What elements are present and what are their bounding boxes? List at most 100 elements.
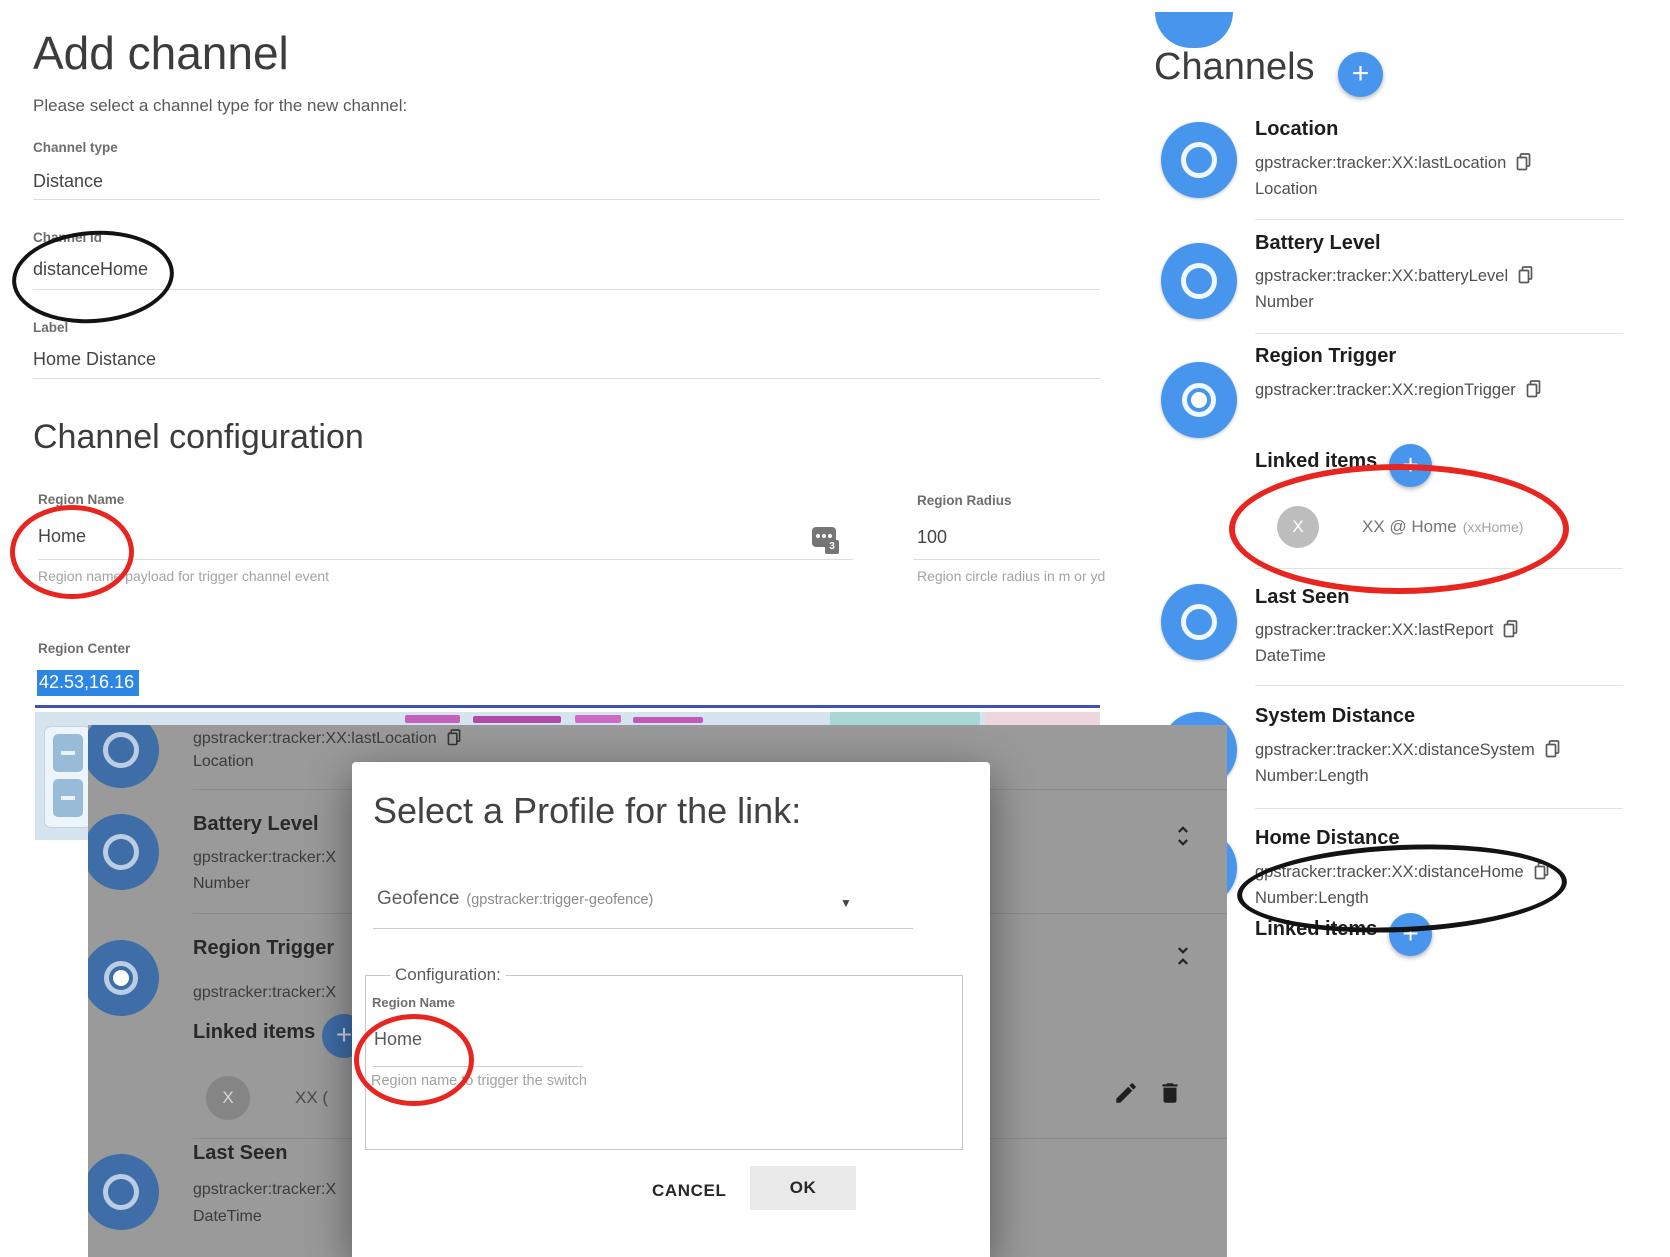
radio-dot-icon bbox=[104, 961, 138, 995]
linked-items-header: Linked items bbox=[1255, 450, 1377, 473]
grayed-channel-kind: Location bbox=[193, 753, 254, 771]
divider bbox=[1255, 333, 1623, 334]
copy-icon[interactable] bbox=[1518, 266, 1533, 284]
grayed-channel-avatar-icon bbox=[88, 814, 159, 890]
divider bbox=[1255, 219, 1623, 220]
channel-kind: Number bbox=[1255, 293, 1314, 312]
linked-item-row[interactable]: XX @ Home(xxHome) bbox=[1362, 517, 1523, 537]
cancel-button[interactable]: CANCEL bbox=[652, 1181, 726, 1201]
map-zoom-control bbox=[44, 726, 92, 828]
add-channel-button[interactable]: + bbox=[1338, 52, 1383, 97]
delete-trash-icon[interactable] bbox=[1157, 1080, 1183, 1106]
channel-kind: Number:Length bbox=[1255, 889, 1369, 908]
region-radius-underline bbox=[913, 559, 1100, 560]
label-field-value[interactable]: Home Distance bbox=[33, 349, 156, 370]
select-profile-dialog: Select a Profile for the link: Geofence(… bbox=[352, 762, 990, 1257]
dialog-region-name-helper: Region name to trigger the switch bbox=[371, 1073, 587, 1089]
region-name-underline bbox=[38, 559, 853, 560]
dialog-region-name-underline bbox=[373, 1066, 583, 1067]
channel-title[interactable]: Location bbox=[1255, 118, 1338, 141]
profile-select-underline bbox=[373, 928, 913, 929]
region-radius-helper: Region circle radius in m or yd bbox=[917, 568, 1105, 584]
channel-id-line: gpstracker:tracker:XX:batteryLevel bbox=[1255, 266, 1533, 286]
text-input-toggle-icon[interactable]: 3 bbox=[812, 527, 842, 559]
divider bbox=[1255, 808, 1623, 809]
circle-icon bbox=[1181, 142, 1217, 178]
channel-avatar-battery-icon bbox=[1161, 243, 1237, 319]
add-linked-item-button[interactable]: + bbox=[1389, 444, 1432, 487]
unfold-less-icon[interactable] bbox=[1170, 943, 1196, 969]
configuration-legend: Configuration: bbox=[390, 965, 506, 985]
map-label-fragment bbox=[473, 716, 561, 723]
region-name-input[interactable]: Home bbox=[38, 526, 86, 547]
chevron-down-icon[interactable]: ▼ bbox=[840, 896, 852, 910]
map-label-fragment bbox=[633, 717, 703, 723]
channel-id-line: gpstracker:tracker:XX:regionTrigger bbox=[1255, 380, 1541, 400]
channel-id-line: gpstracker:tracker:XX:distanceHome bbox=[1255, 862, 1549, 882]
channels-panel-title: Channels bbox=[1154, 46, 1315, 89]
map-zoom-in-button[interactable] bbox=[53, 734, 83, 772]
channel-kind: DateTime bbox=[1255, 647, 1326, 666]
channel-title[interactable]: Battery Level bbox=[1255, 232, 1381, 255]
grayed-channel-title: Last Seen bbox=[193, 1142, 287, 1165]
region-center-label: Region Center bbox=[38, 641, 130, 656]
copy-icon[interactable] bbox=[1516, 153, 1531, 171]
grayed-channel-id-line: gpstracker:tracker:X bbox=[193, 984, 336, 1002]
channel-title[interactable]: Home Distance bbox=[1255, 827, 1400, 850]
grayed-linked-item-avatar: X bbox=[206, 1076, 250, 1120]
dialog-title: Select a Profile for the link: bbox=[373, 790, 801, 832]
region-radius-input[interactable]: 100 bbox=[917, 527, 947, 548]
dialog-region-name-label: Region Name bbox=[372, 995, 455, 1010]
map-area-fragment bbox=[985, 712, 1100, 725]
circle-icon bbox=[103, 732, 139, 768]
channel-type-label: Channel type bbox=[33, 140, 118, 155]
region-radius-label: Region Radius bbox=[917, 493, 1012, 508]
page-title: Add channel bbox=[33, 26, 289, 80]
region-center-focus-underline bbox=[35, 705, 1100, 708]
profile-select[interactable]: Geofence(gpstracker:trigger-geofence) bbox=[377, 888, 653, 910]
dialog-region-name-input[interactable]: Home bbox=[374, 1029, 422, 1050]
divider bbox=[1255, 568, 1623, 569]
channel-id-underline bbox=[33, 289, 1100, 290]
copy-icon[interactable] bbox=[1545, 740, 1560, 758]
channel-type-underline bbox=[33, 199, 1100, 200]
copy-icon[interactable] bbox=[1534, 862, 1549, 880]
channel-title[interactable]: Region Trigger bbox=[1255, 345, 1396, 368]
map-label-fragment bbox=[575, 715, 621, 723]
profile-select-detail: (gpstracker:trigger-geofence) bbox=[466, 892, 653, 908]
channel-type-value[interactable]: Distance bbox=[33, 171, 103, 192]
channel-kind: Location bbox=[1255, 180, 1317, 199]
copy-icon bbox=[447, 729, 461, 746]
grayed-channel-id-line: gpstracker:tracker:X bbox=[193, 849, 336, 867]
grayed-channel-avatar-icon bbox=[88, 1154, 159, 1230]
copy-icon[interactable] bbox=[1503, 620, 1518, 638]
grayed-channel-kind: Number bbox=[193, 875, 250, 893]
edit-pencil-icon[interactable] bbox=[1113, 1080, 1139, 1106]
channel-id-label: Channel id bbox=[33, 230, 102, 245]
ok-button[interactable]: OK bbox=[750, 1166, 856, 1210]
map-label-fragment bbox=[405, 715, 460, 723]
grayed-channel-title: Region Trigger bbox=[193, 937, 334, 960]
map-zoom-out-button[interactable] bbox=[53, 779, 83, 817]
channel-title[interactable]: System Distance bbox=[1255, 705, 1415, 728]
channel-title[interactable]: Last Seen bbox=[1255, 586, 1349, 609]
region-name-label: Region Name bbox=[38, 492, 124, 507]
circle-icon bbox=[1181, 604, 1217, 640]
linked-item-avatar: X bbox=[1277, 506, 1319, 548]
grayed-linked-items-header: Linked items bbox=[193, 1021, 315, 1044]
add-linked-item-button[interactable]: + bbox=[1389, 913, 1432, 956]
unfold-more-icon[interactable] bbox=[1170, 823, 1196, 849]
circle-icon bbox=[1181, 263, 1217, 299]
cropped-fab-fragment bbox=[1155, 12, 1233, 48]
channel-avatar-last-seen-icon bbox=[1161, 584, 1237, 660]
grayed-linked-item-text: XX ( bbox=[295, 1088, 328, 1108]
channel-avatar-location-icon bbox=[1161, 122, 1237, 198]
circle-icon bbox=[103, 1174, 139, 1210]
copy-icon[interactable] bbox=[1526, 380, 1541, 398]
channel-kind: Number:Length bbox=[1255, 767, 1369, 786]
grayed-channel-avatar-icon bbox=[88, 940, 159, 1016]
circle-icon bbox=[103, 834, 139, 870]
region-center-input[interactable]: 42.53,16.16 bbox=[37, 670, 139, 696]
channel-id-value[interactable]: distanceHome bbox=[33, 259, 148, 280]
region-name-helper: Region name payload for trigger channel … bbox=[38, 568, 329, 584]
